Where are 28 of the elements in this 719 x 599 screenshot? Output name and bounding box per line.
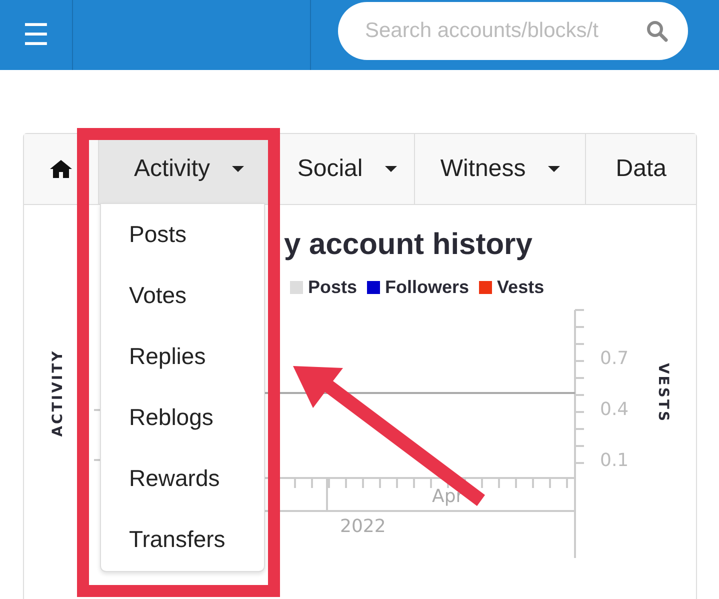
search-bar[interactable]: Search accounts/blocks/t	[338, 2, 688, 60]
menu-item[interactable]: Reblogs	[101, 387, 264, 448]
caret-icon	[548, 166, 560, 172]
legend-label: Vests	[497, 277, 544, 298]
legend-label: Posts	[308, 277, 358, 298]
menu-item[interactable]: Transfers	[101, 509, 264, 570]
axis-label: VESTS	[655, 362, 671, 424]
tick-label: 0.7	[600, 348, 629, 369]
menu-item[interactable]: Votes	[101, 265, 264, 326]
menu-item[interactable]: Rewards	[101, 448, 264, 509]
nav-tab[interactable]: Social	[280, 134, 415, 204]
tick-label: 2022	[340, 516, 386, 537]
legend-label: Followers	[385, 277, 470, 298]
caret-icon	[232, 166, 244, 172]
chart-title: y account history	[284, 228, 532, 262]
nav-tab[interactable]: Data	[586, 134, 696, 204]
nav-tab[interactable]: Witness	[414, 134, 586, 204]
caret-icon	[384, 166, 397, 172]
axis-label: ACTIVITY	[50, 349, 66, 437]
tick-label: Apr	[432, 486, 464, 507]
home-icon	[50, 160, 72, 178]
tick-label: 0.4	[600, 399, 629, 420]
menu-item[interactable]: Replies	[101, 326, 264, 387]
menu-button[interactable]: ☰	[0, 0, 73, 70]
tick-label: 0.1	[600, 450, 629, 471]
search-input[interactable]: Search accounts/blocks/t	[363, 18, 646, 44]
search-icon[interactable]	[646, 20, 668, 42]
menu-item[interactable]: Posts	[101, 204, 264, 265]
